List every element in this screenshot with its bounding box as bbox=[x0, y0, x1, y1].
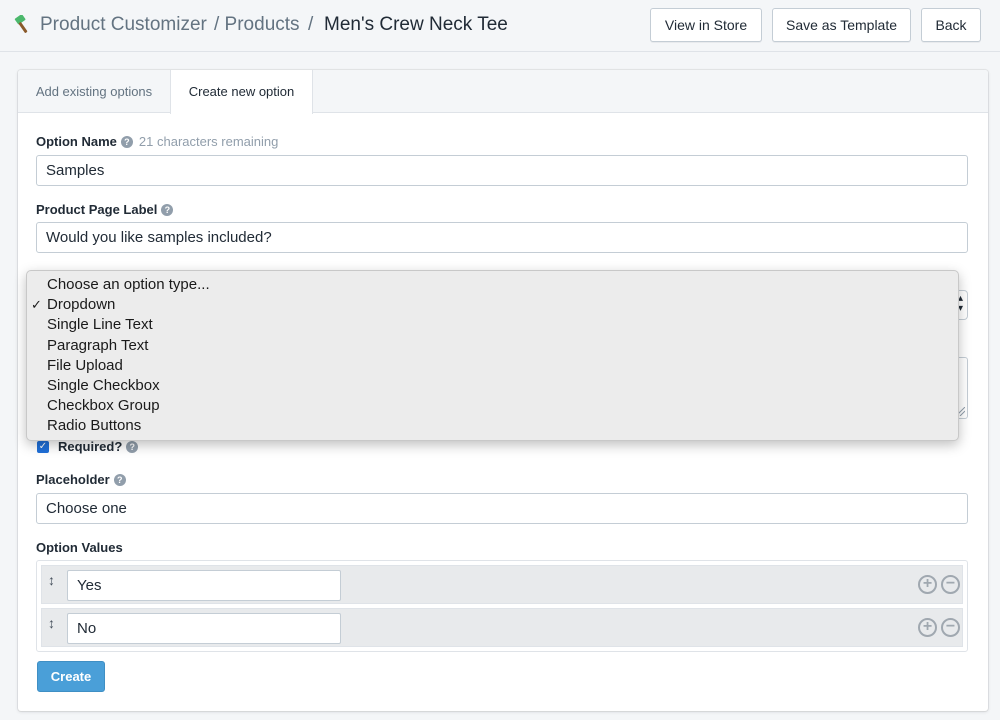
option-tabs: Add existing options Create new option bbox=[18, 70, 988, 114]
option-type-item[interactable]: File Upload bbox=[27, 356, 958, 376]
option-type-item[interactable]: Single Line Text bbox=[27, 315, 958, 335]
minus-circle-icon[interactable]: − bbox=[941, 575, 960, 594]
option-type-item[interactable]: Checkbox Group bbox=[27, 396, 958, 416]
breadcrumb-products[interactable]: / Products bbox=[214, 14, 300, 36]
placeholder-label-text: Placeholder bbox=[36, 472, 110, 487]
product-page-label-input[interactable] bbox=[36, 222, 968, 253]
breadcrumb-separator: / bbox=[308, 14, 314, 35]
option-type-item-label: Radio Buttons bbox=[47, 417, 142, 435]
option-type-item-selected[interactable]: ✓ Dropdown bbox=[27, 295, 958, 315]
placeholder-label: Placeholder? bbox=[36, 472, 126, 487]
option-values-label-text: Option Values bbox=[36, 540, 123, 555]
question-circle-icon[interactable]: ? bbox=[126, 441, 139, 453]
product-page-label-label: Product Page Label? bbox=[36, 202, 174, 217]
question-circle-icon[interactable]: ? bbox=[120, 136, 133, 148]
characters-remaining-hint: 21 characters remaining bbox=[138, 134, 279, 149]
option-type-item[interactable]: Single Checkbox bbox=[27, 376, 958, 396]
option-name-label-text: Option Name bbox=[36, 134, 117, 149]
drag-handle-icon[interactable]: ↕ bbox=[48, 615, 55, 631]
option-value-row: ↕ + − bbox=[41, 565, 963, 604]
create-button[interactable]: Create bbox=[37, 661, 105, 692]
option-type-item-label: Dropdown bbox=[47, 296, 116, 314]
product-page-label-text: Product Page Label bbox=[36, 202, 158, 217]
option-type-item-label: Paragraph Text bbox=[47, 336, 149, 354]
plus-circle-icon[interactable]: + bbox=[918, 575, 937, 594]
question-circle-icon[interactable]: ? bbox=[113, 474, 126, 486]
question-circle-icon[interactable]: ? bbox=[161, 204, 174, 216]
option-name-input[interactable] bbox=[36, 155, 968, 186]
option-type-item-label: Single Line Text bbox=[47, 316, 153, 334]
option-type-item-label: Choose an option type... bbox=[47, 276, 210, 293]
placeholder-input[interactable] bbox=[36, 493, 968, 524]
plus-circle-icon[interactable]: + bbox=[918, 618, 937, 637]
option-type-item[interactable]: Paragraph Text bbox=[27, 336, 958, 356]
option-type-item[interactable]: Radio Buttons bbox=[27, 416, 958, 436]
option-type-item-label: Checkbox Group bbox=[47, 397, 160, 415]
option-type-item[interactable]: Choose an option type... bbox=[27, 275, 958, 295]
back-button[interactable]: Back bbox=[921, 8, 981, 42]
required-label: Required?? bbox=[58, 439, 139, 454]
breadcrumb-product-customizer[interactable]: Product Customizer bbox=[40, 14, 207, 36]
option-values-list: ↕ + − ↕ + − bbox=[36, 560, 968, 652]
option-value-row: ↕ + − bbox=[41, 608, 963, 647]
paintbrush-logo-icon bbox=[14, 15, 28, 33]
option-value-input[interactable] bbox=[67, 570, 341, 601]
save-as-template-button[interactable]: Save as Template bbox=[772, 8, 911, 42]
option-value-input[interactable] bbox=[67, 613, 341, 644]
drag-handle-icon[interactable]: ↕ bbox=[48, 572, 55, 588]
tab-create-new-option[interactable]: Create new option bbox=[170, 70, 313, 114]
required-checkbox[interactable]: ✓ bbox=[37, 441, 49, 453]
view-in-store-button[interactable]: View in Store bbox=[650, 8, 762, 42]
option-type-item-label: File Upload bbox=[47, 356, 123, 374]
tab-add-existing-options[interactable]: Add existing options bbox=[18, 70, 170, 113]
minus-circle-icon[interactable]: − bbox=[941, 618, 960, 637]
required-label-text: Required? bbox=[58, 439, 123, 454]
option-values-label: Option Values bbox=[36, 540, 123, 555]
option-type-item-label: Single Checkbox bbox=[47, 376, 160, 394]
checkmark-icon: ✓ bbox=[31, 297, 42, 313]
top-bar: Product Customizer / Products / Men's Cr… bbox=[0, 0, 1000, 52]
option-type-dropdown-menu: Choose an option type... ✓ Dropdown Singl… bbox=[26, 270, 959, 441]
page-title: Men's Crew Neck Tee bbox=[324, 14, 508, 35]
option-name-label: Option Name? 21 characters remaining bbox=[36, 134, 278, 149]
